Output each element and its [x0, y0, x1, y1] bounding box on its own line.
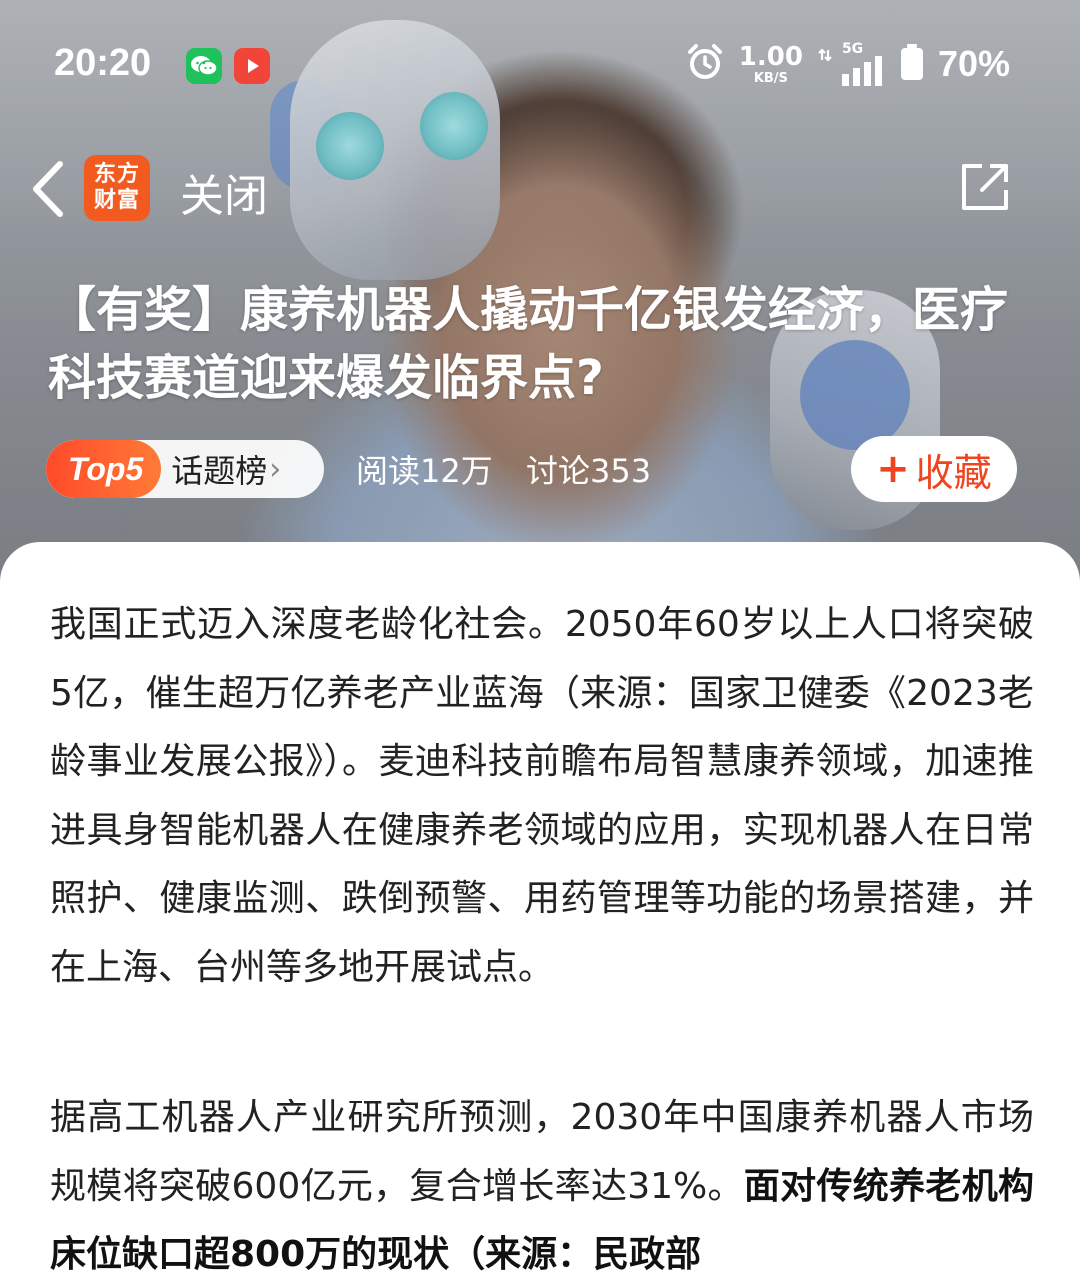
status-bar: 20:20 1.00 KB/S 5G 70% — [0, 30, 1080, 100]
discussion-count[interactable]: 讨论353 — [526, 446, 651, 492]
article-paragraph: 据高工机器人产业研究所预测，2030年中国康养机器人市场规模将突破600亿元，复… — [50, 1084, 1034, 1287]
app-logo: 东方 财富 — [84, 155, 150, 221]
video-app-icon — [234, 48, 270, 84]
plus-icon: + — [876, 446, 910, 492]
alarm-icon — [685, 42, 725, 86]
network-speed: 1.00 KB/S — [739, 44, 803, 85]
share-icon — [962, 164, 1008, 210]
favorite-label: 收藏 — [915, 450, 992, 495]
article-content: 我国正式迈入深度老龄化社会。2050年60岁以上人口将突破5亿，催生超万亿养老产… — [0, 542, 1080, 1287]
article-title: 【有奖】康养机器人撬动千亿银发经济，医疗科技赛道迎来爆发临界点? — [48, 282, 1009, 406]
chevron-left-icon — [33, 161, 63, 217]
status-indicators: 1.00 KB/S 5G 70% — [685, 42, 1010, 86]
logo-text-bottom: 财富 — [93, 188, 140, 213]
wechat-icon — [186, 48, 222, 84]
share-button[interactable] — [956, 158, 1014, 216]
battery-icon — [900, 42, 924, 86]
close-button[interactable]: 关闭 — [180, 160, 268, 224]
signal-5g-icon: 5G — [817, 42, 886, 86]
topic-rank-label: 话题榜 — [171, 452, 268, 490]
network-type: 5G — [841, 41, 864, 57]
network-speed-value: 1.00 — [738, 41, 803, 72]
logo-text-top: 东方 — [93, 162, 140, 187]
article-paragraph: 我国正式迈入深度老龄化社会。2050年60岁以上人口将突破5亿，催生超万亿养老产… — [50, 604, 1034, 988]
back-button[interactable] — [24, 154, 74, 224]
article-page: 20:20 1.00 KB/S 5G 70% 东方 财富 关闭 【有奖】康养机器… — [0, 0, 1080, 1287]
topic-rank-badge: Top5 — [46, 440, 162, 498]
chevron-right-icon: › — [269, 451, 282, 487]
favorite-button[interactable]: + 收藏 — [851, 436, 1017, 502]
network-speed-unit: KB/S — [753, 70, 788, 86]
read-count: 阅读12万 — [356, 452, 493, 490]
battery-level: 70% — [937, 43, 1010, 84]
status-time: 20:20 — [54, 42, 152, 84]
topic-rank-button[interactable]: Top5 话题榜 › — [46, 440, 324, 498]
